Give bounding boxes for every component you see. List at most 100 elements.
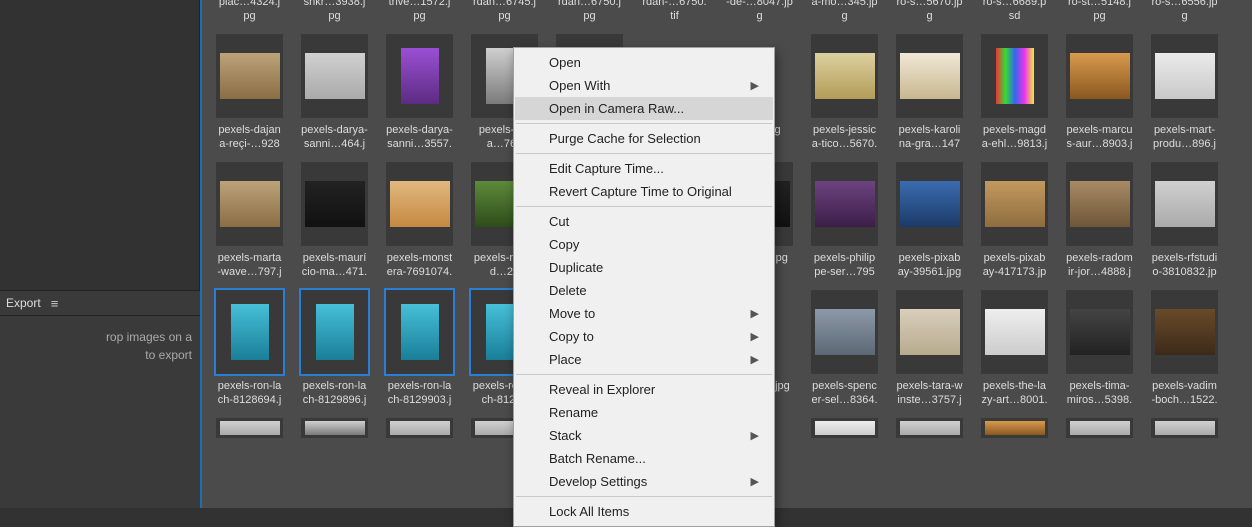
thumbnail[interactable] — [1066, 418, 1133, 438]
file-label[interactable]: pexels-mart-produ…896.jpg — [1151, 124, 1218, 152]
file-label[interactable]: a-mo…345.jpg — [811, 0, 878, 24]
file-label[interactable]: pexels-spencer-sel…8364.jpg — [811, 380, 878, 408]
menu-open-with[interactable]: Open With▶ — [515, 74, 773, 97]
thumbnail[interactable] — [216, 34, 283, 118]
thumbnail[interactable] — [1066, 34, 1133, 118]
chevron-right-icon: ▶ — [751, 330, 759, 343]
file-label[interactable]: pexels-jessica-tico…5670.jpg — [811, 124, 878, 152]
thumbnail[interactable] — [386, 418, 453, 438]
file-label[interactable]: pexels-pixabay-417173.jpg — [981, 252, 1048, 280]
thumbnail[interactable] — [811, 162, 878, 246]
file-label[interactable]: pexels-monstera-7691074.jpg — [386, 252, 453, 280]
menu-rename[interactable]: Rename — [515, 401, 773, 424]
file-label[interactable]: rdan-…6750.tif — [641, 0, 708, 24]
file-label[interactable]: pexels-tima-miros…5398.jpg — [1066, 380, 1133, 408]
file-label[interactable]: pexels-darya-sanni…3557.jpg — [386, 124, 453, 152]
menu-reveal-explorer[interactable]: Reveal in Explorer — [515, 378, 773, 401]
file-label[interactable]: shkr…3938.jpg — [301, 0, 368, 24]
thumbnail-selected[interactable] — [216, 290, 283, 374]
menu-copy[interactable]: Copy — [515, 233, 773, 256]
chevron-right-icon: ▶ — [751, 353, 759, 366]
thumbnail[interactable] — [301, 418, 368, 438]
file-label[interactable]: pexels-the-lazy-art…8001.jpg — [981, 380, 1048, 408]
chevron-right-icon: ▶ — [751, 429, 759, 442]
file-label[interactable]: pexels-ron-lach-8128694.jpg — [216, 380, 283, 408]
file-label[interactable]: pexels-vadim-boch…1522.jpg — [1151, 380, 1218, 408]
file-label[interactable]: pexels-dajana-reçi-…9282.jpg — [216, 124, 283, 152]
file-label[interactable]: ro-s…6556.jpg — [1151, 0, 1218, 24]
thumbnail[interactable] — [811, 418, 878, 438]
chevron-right-icon: ▶ — [751, 79, 759, 92]
thumbnail[interactable] — [301, 34, 368, 118]
thumbnail[interactable] — [1151, 34, 1218, 118]
thumbnail[interactable] — [896, 162, 963, 246]
thumbnail[interactable] — [811, 290, 878, 374]
thumbnail[interactable] — [896, 418, 963, 438]
thumbnail[interactable] — [1066, 162, 1133, 246]
file-label[interactable]: pexels-radomir-jor…4888.jpg — [1066, 252, 1133, 280]
thumbnail[interactable] — [981, 418, 1048, 438]
thumbnail[interactable] — [216, 418, 283, 438]
menu-revert-capture-time[interactable]: Revert Capture Time to Original — [515, 180, 773, 203]
thumbnail[interactable] — [981, 290, 1048, 374]
file-label[interactable]: pexels-maurício-ma…471.jpg — [301, 252, 368, 280]
file-label[interactable]: ro-st…5148.jpg — [1066, 0, 1133, 24]
file-label[interactable]: pexels-darya-sanni…464.jpg — [301, 124, 368, 152]
thumbnail[interactable] — [1151, 418, 1218, 438]
menu-batch-rename[interactable]: Batch Rename... — [515, 447, 773, 470]
thumbnail[interactable] — [386, 34, 453, 118]
export-panel-body: rop images on a to export — [0, 316, 200, 506]
thumbnail[interactable] — [1066, 290, 1133, 374]
file-label[interactable]: pexels-tara-winste…3757.jpg — [896, 380, 963, 408]
menu-separator — [516, 374, 772, 375]
menu-place[interactable]: Place▶ — [515, 348, 773, 371]
menu-purge-cache[interactable]: Purge Cache for Selection — [515, 127, 773, 150]
menu-delete[interactable]: Delete — [515, 279, 773, 302]
menu-icon[interactable]: ≡ — [51, 296, 59, 311]
menu-move-to[interactable]: Move to▶ — [515, 302, 773, 325]
menu-cut[interactable]: Cut — [515, 210, 773, 233]
thumbnail[interactable] — [896, 290, 963, 374]
menu-lock-all[interactable]: Lock All Items — [515, 500, 773, 523]
file-label[interactable]: -de-…8047.jpg — [726, 0, 793, 24]
thumbnail-selected[interactable] — [301, 290, 368, 374]
file-label[interactable]: piac…4324.jpg — [216, 0, 283, 24]
menu-copy-to[interactable]: Copy to▶ — [515, 325, 773, 348]
thumbnail[interactable] — [386, 162, 453, 246]
menu-separator — [516, 153, 772, 154]
menu-separator — [516, 123, 772, 124]
export-label: Export — [6, 296, 41, 310]
menu-stack[interactable]: Stack▶ — [515, 424, 773, 447]
file-label[interactable]: pexels-philippe-ser…7951.jpg — [811, 252, 878, 280]
file-label[interactable]: rdan…6745.jpg — [471, 0, 538, 24]
thumbnail[interactable] — [301, 162, 368, 246]
menu-open-camera-raw[interactable]: Open in Camera Raw... — [515, 97, 773, 120]
file-label[interactable]: pexels-magda-ehl…9813.jpg — [981, 124, 1048, 152]
file-label[interactable]: pexels-karolina-gra…1472.jpg — [896, 124, 963, 152]
file-label[interactable]: pexels-marcus-aur…8903.jpg — [1066, 124, 1133, 152]
file-label[interactable]: pexels-rfstudio-3810832.jpg — [1151, 252, 1218, 280]
thumbnail[interactable] — [811, 34, 878, 118]
thumbnail[interactable] — [216, 162, 283, 246]
context-menu: Open Open With▶ Open in Camera Raw... Pu… — [513, 47, 775, 527]
menu-open[interactable]: Open — [515, 51, 773, 74]
file-label[interactable]: pexels-marta-wave…797.jpg — [216, 252, 283, 280]
thumbnail-selected[interactable] — [386, 290, 453, 374]
thumbnail[interactable] — [1151, 290, 1218, 374]
export-panel-header[interactable]: Export ≡ — [0, 290, 200, 316]
file-label[interactable]: pexels-ron-lach-8129896.jpg — [301, 380, 368, 408]
thumbnail[interactable] — [981, 162, 1048, 246]
menu-separator — [516, 496, 772, 497]
file-label[interactable]: pexels-ron-lach-8129903.jpg — [386, 380, 453, 408]
file-label[interactable]: ro-s…6689.psd — [981, 0, 1048, 24]
menu-develop-settings[interactable]: Develop Settings▶ — [515, 470, 773, 493]
thumbnail[interactable] — [1151, 162, 1218, 246]
file-label[interactable]: pexels-pixabay-39561.jpg — [896, 252, 963, 280]
file-label[interactable]: rdan…6750.jpg — [556, 0, 623, 24]
file-label[interactable]: ro-s…5670.jpg — [896, 0, 963, 24]
menu-edit-capture-time[interactable]: Edit Capture Time... — [515, 157, 773, 180]
thumbnail[interactable] — [896, 34, 963, 118]
file-label[interactable]: trive…1572.jpg — [386, 0, 453, 24]
thumbnail[interactable] — [981, 34, 1048, 118]
menu-duplicate[interactable]: Duplicate — [515, 256, 773, 279]
